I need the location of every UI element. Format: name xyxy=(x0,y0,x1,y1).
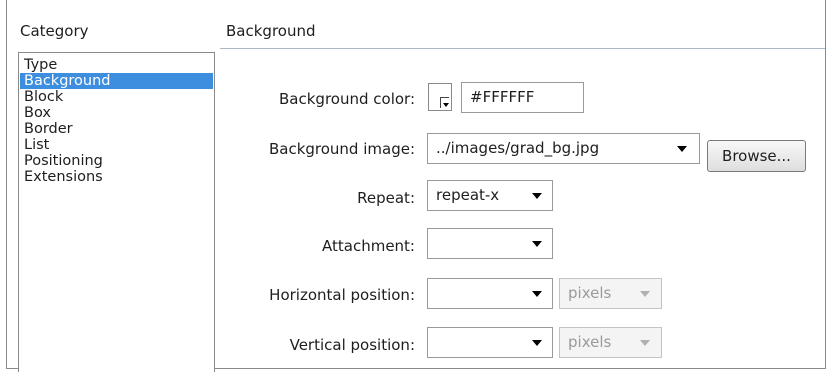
category-item-background[interactable]: Background xyxy=(20,73,213,89)
repeat-value: repeat-x xyxy=(436,186,500,204)
category-item-extensions[interactable]: Extensions xyxy=(20,169,213,185)
h-unit-select: pixels xyxy=(559,278,662,309)
category-item-block[interactable]: Block xyxy=(20,89,213,105)
section-title: Background xyxy=(226,22,316,40)
category-list[interactable]: Type Background Block Box Border List Po… xyxy=(18,52,215,372)
v-position-select[interactable] xyxy=(427,327,553,358)
h-position-label: Horizontal position: xyxy=(269,286,415,304)
attachment-label: Attachment: xyxy=(322,237,415,255)
chevron-down-icon xyxy=(640,340,650,346)
bg-color-label: Background color: xyxy=(279,90,415,108)
v-unit-select: pixels xyxy=(559,327,662,358)
repeat-select[interactable]: repeat-x xyxy=(427,180,553,211)
category-item-box[interactable]: Box xyxy=(20,105,213,121)
h-unit-value: pixels xyxy=(568,284,612,302)
v-position-label: Vertical position: xyxy=(289,336,415,354)
browse-button[interactable]: Browse... xyxy=(707,140,806,172)
attachment-select[interactable] xyxy=(427,228,553,259)
chevron-down-icon xyxy=(640,291,650,297)
category-header: Category xyxy=(20,22,89,40)
category-item-border[interactable]: Border xyxy=(20,121,213,137)
chevron-down-icon xyxy=(532,241,542,247)
category-item-type[interactable]: Type xyxy=(20,57,213,73)
color-swatch-button[interactable] xyxy=(428,83,452,111)
bg-image-label: Background image: xyxy=(268,140,415,158)
chevron-down-icon[interactable] xyxy=(677,146,687,152)
chevron-down-icon xyxy=(532,291,542,297)
category-item-positioning[interactable]: Positioning xyxy=(20,153,213,169)
h-position-select[interactable] xyxy=(427,278,553,309)
bg-color-input[interactable]: #FFFFFF xyxy=(461,82,584,113)
bg-image-value: ../images/grad_bg.jpg xyxy=(436,139,600,157)
section-divider xyxy=(220,48,825,49)
chevron-down-icon xyxy=(440,97,449,108)
category-item-list[interactable]: List xyxy=(20,137,213,153)
v-unit-value: pixels xyxy=(568,333,612,351)
chevron-down-icon xyxy=(532,340,542,346)
chevron-down-icon xyxy=(532,193,542,199)
css-rule-dialog: Category Background Type Background Bloc… xyxy=(6,0,826,372)
bg-image-combo[interactable]: ../images/grad_bg.jpg xyxy=(427,133,700,164)
repeat-label: Repeat: xyxy=(357,189,415,207)
